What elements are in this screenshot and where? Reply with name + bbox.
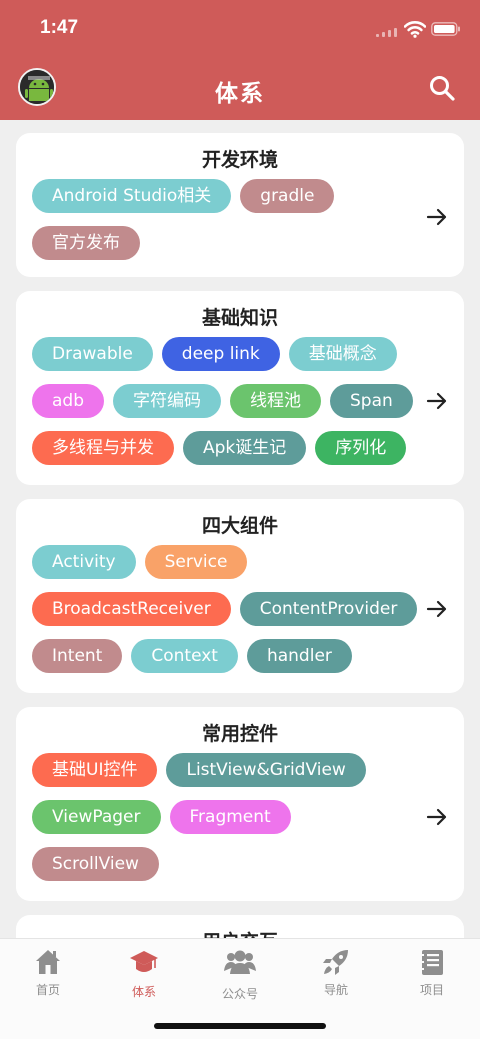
status-bar: 1:47 — [0, 0, 480, 56]
tag-chip[interactable]: 基础UI控件 — [32, 753, 158, 787]
tab-home[interactable]: 首页 — [0, 945, 96, 1005]
tab-navigation[interactable]: 导航 — [288, 945, 384, 1005]
tag-chip[interactable]: Apk诞生记 — [183, 431, 307, 465]
card-title: 常用控件 — [201, 723, 278, 745]
tag-chip[interactable]: adb — [32, 384, 104, 418]
tag-chip[interactable]: deep link — [161, 337, 280, 371]
tag-chip[interactable]: BroadcastReceiver — [32, 592, 231, 626]
notebook-icon — [420, 950, 443, 975]
page-title: 体系 — [215, 81, 265, 107]
card-title: 用户交互 — [16, 927, 464, 938]
graduation-cap-icon — [130, 951, 158, 972]
home-indicator[interactable] — [154, 1023, 326, 1029]
tab-label: 导航 — [323, 983, 348, 997]
tab-projects[interactable]: 项目 — [384, 945, 480, 1005]
arrow-right-icon[interactable] — [426, 806, 448, 828]
cellular-signal-icon — [376, 27, 400, 37]
tab-system[interactable]: 体系 — [96, 945, 192, 1005]
category-card-dev-environment[interactable]: 开发环境 Android Studio相关 gradle 官方发布 — [16, 133, 464, 277]
tab-label: 公众号 — [221, 987, 258, 1001]
tab-label: 首页 — [35, 983, 60, 997]
tag-chip[interactable]: ListView&GridView — [166, 753, 366, 787]
tag-chip[interactable]: handler — [246, 639, 352, 673]
tag-chip[interactable]: 字符编码 — [113, 384, 221, 418]
tab-label: 项目 — [419, 983, 444, 997]
tag-chip[interactable]: ViewPager — [32, 800, 161, 834]
card-title: 四大组件 — [201, 515, 278, 537]
tag-chip[interactable]: 官方发布 — [32, 226, 140, 260]
arrow-right-icon[interactable] — [426, 598, 448, 620]
tag-list: Drawable deep link 基础概念 adb 字符编码 线程池 Spa… — [32, 337, 424, 478]
status-time: 1:47 — [40, 17, 79, 38]
arrow-right-icon[interactable] — [426, 206, 448, 228]
category-card-user-interaction[interactable]: 用户交互 — [16, 915, 464, 938]
tag-chip[interactable]: 线程池 — [230, 384, 321, 418]
category-card-four-components[interactable]: 四大组件 Activity Service BroadcastReceiver … — [16, 499, 464, 693]
app-header: 1:47 体系 — [0, 0, 480, 120]
tag-chip[interactable]: Activity — [32, 545, 136, 579]
tag-chip[interactable]: 序列化 — [315, 431, 407, 465]
home-icon — [36, 950, 60, 974]
card-title: 开发环境 — [201, 149, 278, 171]
category-card-basics[interactable]: 基础知识 Drawable deep link 基础概念 adb 字符编码 线程… — [16, 291, 464, 485]
tag-list: Android Studio相关 gradle 官方发布 — [32, 179, 424, 273]
tag-list: 基础UI控件 ListView&GridView ViewPager Fragm… — [32, 753, 424, 894]
tag-chip[interactable]: Android Studio相关 — [32, 179, 232, 213]
rocket-icon — [323, 950, 348, 975]
tag-chip[interactable]: Drawable — [32, 337, 153, 371]
wifi-icon — [404, 21, 426, 38]
tab-wechat-accounts[interactable]: 公众号 — [192, 945, 288, 1005]
nav-bar: 体系 — [0, 56, 480, 120]
tag-chip[interactable]: ContentProvider — [239, 592, 418, 626]
tag-chip[interactable]: Intent — [32, 639, 123, 673]
arrow-right-icon[interactable] — [426, 390, 448, 412]
category-card-common-widgets[interactable]: 常用控件 基础UI控件 ListView&GridView ViewPager … — [16, 707, 464, 901]
tag-chip[interactable]: Context — [131, 639, 238, 673]
battery-icon — [431, 22, 460, 36]
tag-chip[interactable]: Service — [144, 545, 248, 579]
category-list[interactable]: 开发环境 Android Studio相关 gradle 官方发布 基础知识 D… — [0, 120, 480, 938]
tag-chip[interactable]: 基础概念 — [288, 337, 397, 371]
tag-chip[interactable]: ScrollView — [32, 847, 159, 881]
tab-label: 体系 — [131, 985, 156, 999]
tag-chip[interactable]: gradle — [240, 179, 335, 213]
tag-list: Activity Service BroadcastReceiver Conte… — [32, 545, 424, 686]
tag-chip[interactable]: Fragment — [169, 800, 291, 834]
tag-chip[interactable]: Span — [330, 384, 413, 418]
people-icon — [224, 950, 256, 974]
card-title: 基础知识 — [201, 307, 278, 329]
tag-chip[interactable]: 多线程与并发 — [32, 431, 174, 465]
search-icon[interactable] — [428, 74, 456, 102]
